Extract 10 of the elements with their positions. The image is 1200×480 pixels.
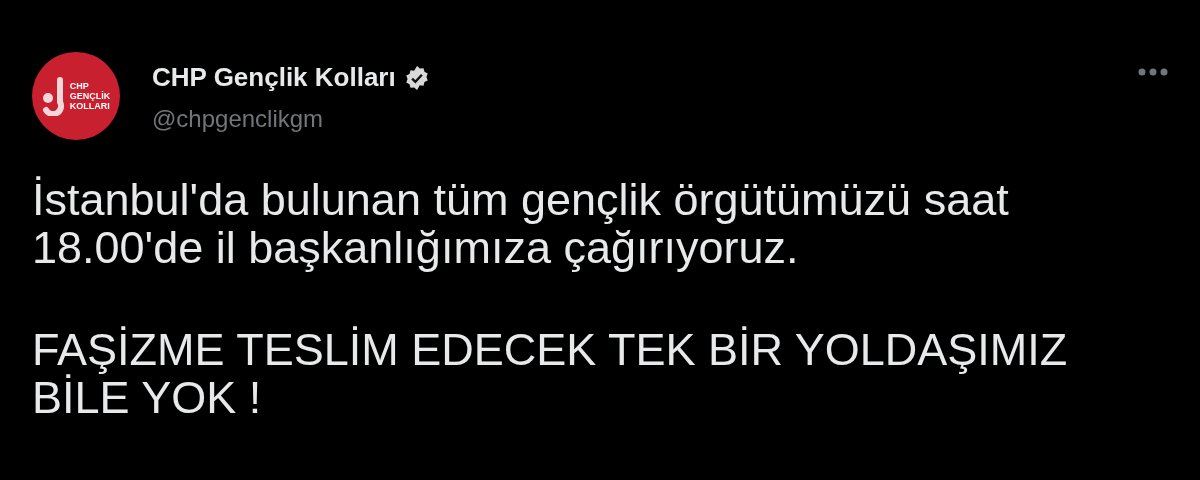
logo-text: KOLLARI bbox=[69, 101, 111, 111]
logo-icon bbox=[41, 76, 66, 116]
tweet-text: İstanbul'da bulunan tüm gençlik örgütümüzü saat 18.00'de il başkanlığımıza çağırıyoruz. bbox=[32, 176, 1010, 272]
avatar[interactable]: CHP GENÇLİK KOLLARI bbox=[32, 52, 120, 140]
author-name[interactable]: CHP Gençlik Kolları bbox=[152, 58, 396, 97]
logo-text: GENÇLİK bbox=[69, 91, 111, 101]
logo-text: CHP bbox=[69, 81, 90, 91]
author-handle[interactable]: @chpgenclikgm bbox=[152, 101, 430, 137]
tweet-text: FAŞİZME TESLİM EDECEK TEK BİR YOLDAŞIMIZ BİLE YOK ! bbox=[32, 326, 1069, 422]
more-options-icon[interactable] bbox=[1138, 68, 1168, 76]
